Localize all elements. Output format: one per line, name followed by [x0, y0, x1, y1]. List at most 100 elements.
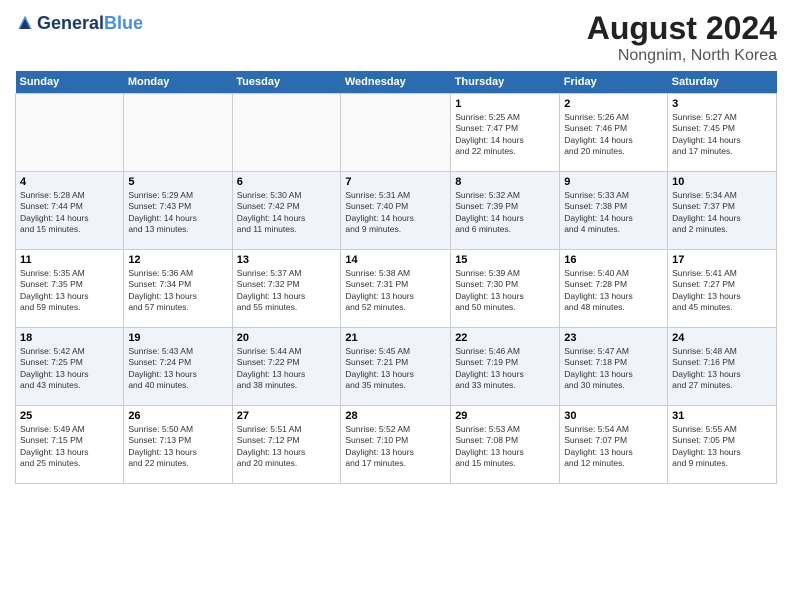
calendar-cell: 1 Sunrise: 5:25 AM Sunset: 7:47 PM Daylig… — [451, 94, 560, 172]
day-number: 11 — [20, 254, 119, 266]
weekday-header-saturday: Saturday — [668, 71, 777, 94]
calendar-cell: 28 Sunrise: 5:52 AM Sunset: 7:10 PM Dayli… — [341, 406, 451, 484]
calendar-cell: 14Sunrise: 5:38 AM Sunset: 7:31 PM Dayli… — [341, 250, 451, 328]
day-info: Sunrise: 5:38 AM Sunset: 7:31 PM Dayligh… — [345, 268, 446, 314]
day-info: Sunrise: 5:28 AM Sunset: 7:44 PM Dayligh… — [20, 190, 119, 236]
day-info: Sunrise: 5:29 AM Sunset: 7:43 PM Dayligh… — [128, 190, 227, 236]
calendar-cell: 17 Sunrise: 5:41 AM Sunset: 7:27 PM Dayli… — [668, 250, 777, 328]
calendar-cell: 15Sunrise: 5:39 AM Sunset: 7:30 PM Dayli… — [451, 250, 560, 328]
calendar-cell — [232, 94, 341, 172]
day-info: Sunrise: 5:55 AM Sunset: 7:05 PM Dayligh… — [672, 424, 772, 470]
weekday-header-sunday: Sunday — [16, 71, 124, 94]
day-number: 3 — [672, 98, 772, 110]
day-number: 26 — [128, 410, 227, 422]
day-number: 5 — [128, 176, 227, 188]
day-number: 27 — [237, 410, 337, 422]
day-number: 16 — [564, 254, 663, 266]
day-number: 2 — [564, 98, 663, 110]
day-number: 17 — [672, 254, 772, 266]
calendar-cell: 22 Sunrise: 5:46 AM Sunset: 7:19 PM Dayli… — [451, 328, 560, 406]
calendar-cell: 13Sunrise: 5:37 AM Sunset: 7:32 PM Dayli… — [232, 250, 341, 328]
week-row-4: 18 Sunrise: 5:42 AM Sunset: 7:25 PM Dayli… — [16, 328, 777, 406]
day-info: Sunrise: 5:43 AM Sunset: 7:24 PM Dayligh… — [128, 346, 227, 392]
calendar-cell: 29Sunrise: 5:53 AM Sunset: 7:08 PM Dayli… — [451, 406, 560, 484]
day-info: Sunrise: 5:31 AM Sunset: 7:40 PM Dayligh… — [345, 190, 446, 236]
day-number: 23 — [564, 332, 663, 344]
day-number: 30 — [564, 410, 663, 422]
day-info: Sunrise: 5:36 AM Sunset: 7:34 PM Dayligh… — [128, 268, 227, 314]
day-number: 19 — [128, 332, 227, 344]
weekday-header-friday: Friday — [560, 71, 668, 94]
weekday-header-wednesday: Wednesday — [341, 71, 451, 94]
day-info: Sunrise: 5:26 AM Sunset: 7:46 PM Dayligh… — [564, 112, 663, 158]
calendar-cell: 18 Sunrise: 5:42 AM Sunset: 7:25 PM Dayli… — [16, 328, 124, 406]
weekday-header-tuesday: Tuesday — [232, 71, 341, 94]
calendar-cell: 12 Sunrise: 5:36 AM Sunset: 7:34 PM Dayli… — [124, 250, 232, 328]
calendar-cell — [124, 94, 232, 172]
day-info: Sunrise: 5:27 AM Sunset: 7:45 PM Dayligh… — [672, 112, 772, 158]
day-number: 20 — [237, 332, 337, 344]
week-row-5: 25 Sunrise: 5:49 AM Sunset: 7:15 PM Dayli… — [16, 406, 777, 484]
header: GeneralBlue August 2024 Nongnim, North K… — [15, 10, 777, 65]
page-container: GeneralBlue August 2024 Nongnim, North K… — [0, 0, 792, 494]
day-number: 24 — [672, 332, 772, 344]
calendar-cell: 25 Sunrise: 5:49 AM Sunset: 7:15 PM Dayli… — [16, 406, 124, 484]
title-block: August 2024 Nongnim, North Korea — [587, 10, 777, 65]
day-number: 21 — [345, 332, 446, 344]
day-info: Sunrise: 5:53 AM Sunset: 7:08 PM Dayligh… — [455, 424, 555, 470]
calendar-cell: 4 Sunrise: 5:28 AM Sunset: 7:44 PM Daylig… — [16, 172, 124, 250]
day-info: Sunrise: 5:52 AM Sunset: 7:10 PM Dayligh… — [345, 424, 446, 470]
day-number: 28 — [345, 410, 446, 422]
calendar-cell — [16, 94, 124, 172]
calendar-cell: 6 Sunrise: 5:30 AM Sunset: 7:42 PM Daylig… — [232, 172, 341, 250]
day-number: 22 — [455, 332, 555, 344]
day-info: Sunrise: 5:54 AM Sunset: 7:07 PM Dayligh… — [564, 424, 663, 470]
calendar-table: SundayMondayTuesdayWednesdayThursdayFrid… — [15, 71, 777, 484]
day-number: 4 — [20, 176, 119, 188]
day-info: Sunrise: 5:49 AM Sunset: 7:15 PM Dayligh… — [20, 424, 119, 470]
week-row-1: 1 Sunrise: 5:25 AM Sunset: 7:47 PM Daylig… — [16, 94, 777, 172]
day-number: 13 — [237, 254, 337, 266]
calendar-cell: 19 Sunrise: 5:43 AM Sunset: 7:24 PM Dayli… — [124, 328, 232, 406]
day-number: 6 — [237, 176, 337, 188]
day-info: Sunrise: 5:48 AM Sunset: 7:16 PM Dayligh… — [672, 346, 772, 392]
calendar-cell: 2 Sunrise: 5:26 AM Sunset: 7:46 PM Daylig… — [560, 94, 668, 172]
day-info: Sunrise: 5:40 AM Sunset: 7:28 PM Dayligh… — [564, 268, 663, 314]
day-number: 10 — [672, 176, 772, 188]
calendar-cell: 11 Sunrise: 5:35 AM Sunset: 7:35 PM Dayli… — [16, 250, 124, 328]
calendar-cell: 27 Sunrise: 5:51 AM Sunset: 7:12 PM Dayli… — [232, 406, 341, 484]
calendar-cell: 3 Sunrise: 5:27 AM Sunset: 7:45 PM Daylig… — [668, 94, 777, 172]
day-number: 1 — [455, 98, 555, 110]
day-number: 8 — [455, 176, 555, 188]
calendar-cell: 7 Sunrise: 5:31 AM Sunset: 7:40 PM Daylig… — [341, 172, 451, 250]
day-info: Sunrise: 5:32 AM Sunset: 7:39 PM Dayligh… — [455, 190, 555, 236]
day-info: Sunrise: 5:41 AM Sunset: 7:27 PM Dayligh… — [672, 268, 772, 314]
day-info: Sunrise: 5:46 AM Sunset: 7:19 PM Dayligh… — [455, 346, 555, 392]
day-info: Sunrise: 5:44 AM Sunset: 7:22 PM Dayligh… — [237, 346, 337, 392]
weekday-header-row: SundayMondayTuesdayWednesdayThursdayFrid… — [16, 71, 777, 94]
calendar-cell: 26 Sunrise: 5:50 AM Sunset: 7:13 PM Dayli… — [124, 406, 232, 484]
day-info: Sunrise: 5:45 AM Sunset: 7:21 PM Dayligh… — [345, 346, 446, 392]
day-info: Sunrise: 5:42 AM Sunset: 7:25 PM Dayligh… — [20, 346, 119, 392]
weekday-header-thursday: Thursday — [451, 71, 560, 94]
day-info: Sunrise: 5:50 AM Sunset: 7:13 PM Dayligh… — [128, 424, 227, 470]
day-info: Sunrise: 5:47 AM Sunset: 7:18 PM Dayligh… — [564, 346, 663, 392]
day-number: 15 — [455, 254, 555, 266]
week-row-3: 11 Sunrise: 5:35 AM Sunset: 7:35 PM Dayli… — [16, 250, 777, 328]
main-title: August 2024 — [587, 10, 777, 47]
day-info: Sunrise: 5:34 AM Sunset: 7:37 PM Dayligh… — [672, 190, 772, 236]
logo-icon — [15, 14, 35, 34]
day-info: Sunrise: 5:35 AM Sunset: 7:35 PM Dayligh… — [20, 268, 119, 314]
day-info: Sunrise: 5:25 AM Sunset: 7:47 PM Dayligh… — [455, 112, 555, 158]
day-number: 7 — [345, 176, 446, 188]
day-number: 9 — [564, 176, 663, 188]
day-number: 12 — [128, 254, 227, 266]
calendar-cell — [341, 94, 451, 172]
day-info: Sunrise: 5:51 AM Sunset: 7:12 PM Dayligh… — [237, 424, 337, 470]
logo: GeneralBlue — [15, 14, 143, 34]
weekday-header-monday: Monday — [124, 71, 232, 94]
day-info: Sunrise: 5:30 AM Sunset: 7:42 PM Dayligh… — [237, 190, 337, 236]
day-number: 18 — [20, 332, 119, 344]
day-number: 25 — [20, 410, 119, 422]
subtitle: Nongnim, North Korea — [587, 47, 777, 65]
